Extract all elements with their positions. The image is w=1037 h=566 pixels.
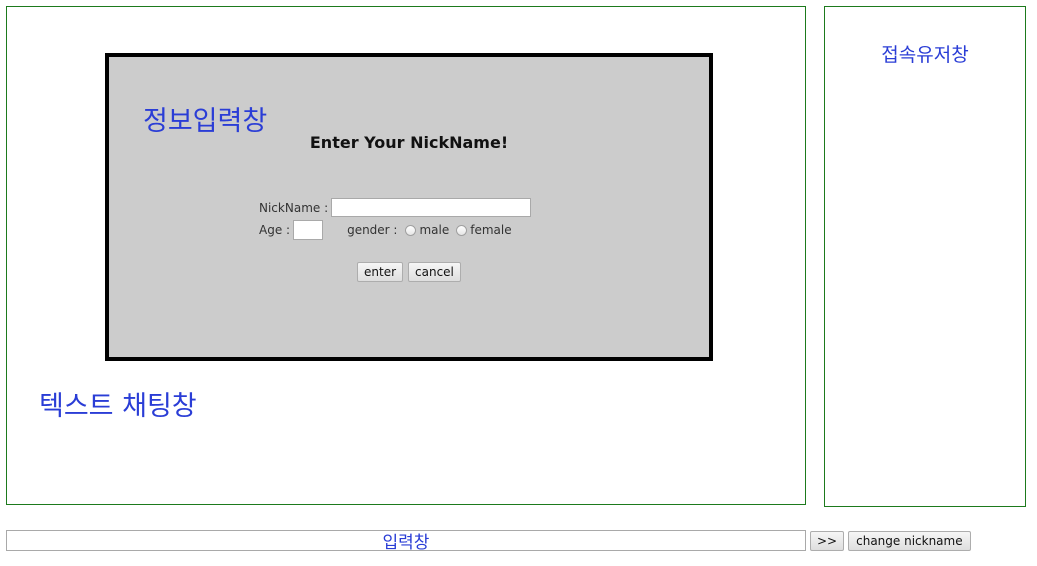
nickname-modal: 정보입력창 Enter Your NickName! NickName : Ag… bbox=[105, 53, 713, 361]
nickname-input[interactable] bbox=[331, 198, 532, 217]
age-input[interactable] bbox=[293, 220, 324, 240]
gender-female-radio[interactable] bbox=[456, 224, 468, 236]
gender-male-radio[interactable] bbox=[405, 224, 417, 236]
modal-heading: Enter Your NickName! bbox=[309, 133, 509, 152]
age-gender-row: Age : gender : male female bbox=[259, 220, 512, 240]
users-panel-title: 접속유저창 bbox=[881, 44, 969, 66]
connected-users-panel: 접속유저창 bbox=[824, 6, 1026, 507]
nickname-row: NickName : bbox=[259, 198, 532, 217]
cancel-button[interactable]: cancel bbox=[408, 262, 461, 282]
age-label: Age : bbox=[259, 223, 291, 237]
change-nickname-button[interactable]: change nickname bbox=[848, 530, 971, 551]
gender-female-label: female bbox=[470, 223, 512, 237]
modal-button-row: enter cancel bbox=[357, 262, 461, 282]
gender-label: gender : bbox=[347, 223, 398, 237]
chat-area-label: 텍스트 채팅창 bbox=[39, 391, 197, 422]
nickname-label: NickName : bbox=[259, 200, 329, 215]
enter-button[interactable]: enter bbox=[357, 262, 404, 282]
bottom-input-bar: >> change nickname bbox=[6, 530, 971, 551]
gender-male-label: male bbox=[419, 223, 450, 237]
chat-area: 정보입력창 Enter Your NickName! NickName : Ag… bbox=[6, 6, 806, 505]
message-input[interactable] bbox=[6, 530, 806, 551]
send-button[interactable]: >> bbox=[810, 530, 845, 551]
